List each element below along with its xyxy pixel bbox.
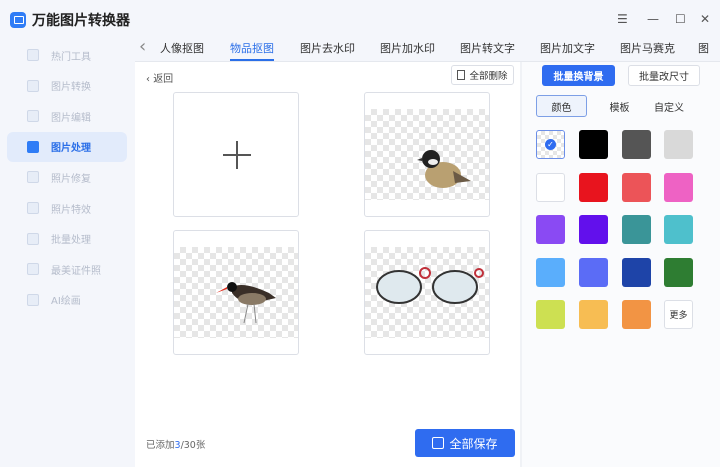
image-card-cups[interactable]	[364, 230, 490, 355]
added-suffix: /30张	[180, 440, 206, 451]
color-swatch[interactable]	[536, 300, 565, 329]
color-swatch[interactable]	[622, 258, 651, 287]
maximize-button[interactable]: ☐	[675, 12, 686, 26]
trash-icon	[457, 70, 466, 80]
download-icon	[432, 437, 445, 449]
image-card-oystercatcher[interactable]	[173, 230, 299, 355]
sidebar-item-icon	[27, 232, 39, 245]
sidebar: 万能图片转换器 热门工具图片转换图片编辑图片处理照片修复照片特效批量处理最美证件…	[0, 0, 133, 467]
title-bar: ☰ — ☐ ✕	[135, 0, 720, 36]
delete-all-label: 全部删除	[469, 71, 508, 82]
sidebar-item-label: 图片处理	[51, 143, 91, 155]
sidebar-item-5[interactable]: 照片特效	[7, 193, 127, 223]
sidebar-item-6[interactable]: 批量处理	[7, 224, 127, 254]
tabs-prev-icon[interactable]: ‹	[139, 36, 146, 57]
color-swatch[interactable]	[579, 258, 608, 287]
sidebar-item-icon	[27, 110, 39, 123]
color-swatch[interactable]	[622, 215, 651, 244]
add-image-card[interactable]	[173, 92, 299, 217]
image-card-chickadee[interactable]	[364, 92, 490, 217]
bird-image	[216, 282, 276, 324]
sidebar-item-label: 最美证件照	[51, 265, 101, 277]
tab-bar: ‹ 人像抠图 物品抠图 图片去水印 图片加水印 图片转文字 图片加文字 图片马赛克 图	[135, 36, 720, 62]
segment-0[interactable]: 颜色	[536, 95, 587, 117]
batch-resize-button[interactable]: 批量改尺寸	[628, 65, 700, 86]
close-button[interactable]: ✕	[700, 12, 710, 26]
bird-image	[417, 150, 471, 188]
color-swatch[interactable]	[579, 215, 608, 244]
added-count-text: 已添加3/30张	[146, 437, 205, 451]
tab-5[interactable]: 图片加文字	[540, 40, 595, 56]
sidebar-item-icon	[27, 263, 39, 276]
color-swatch[interactable]	[536, 258, 565, 287]
tab-7[interactable]: 图	[698, 40, 709, 56]
color-swatch[interactable]	[536, 215, 565, 244]
minimize-button[interactable]: —	[647, 12, 659, 26]
cups-image	[376, 267, 484, 304]
color-swatch[interactable]	[664, 215, 693, 244]
color-swatch[interactable]	[579, 130, 608, 159]
sidebar-item-icon	[27, 171, 39, 184]
save-all-button[interactable]: 全部保存	[415, 429, 515, 457]
sidebar-item-icon	[27, 202, 39, 214]
sidebar-item-label: 批量处理	[51, 235, 91, 247]
segment-1[interactable]: 模板	[594, 95, 645, 117]
color-swatch[interactable]	[622, 300, 651, 329]
plus-icon-v	[236, 141, 238, 169]
sidebar-item-icon	[27, 79, 39, 92]
color-swatch[interactable]	[622, 173, 651, 202]
color-swatch[interactable]	[622, 130, 651, 159]
delete-all-button[interactable]: 全部删除	[451, 65, 514, 85]
tab-2[interactable]: 图片去水印	[300, 40, 355, 56]
sidebar-item-label: 图片转换	[51, 82, 91, 94]
sidebar-item-label: AI绘画	[51, 296, 81, 308]
segment-2[interactable]: 自定义	[645, 95, 693, 117]
app-logo-icon	[10, 12, 26, 28]
sidebar-item-label: 照片修复	[51, 173, 91, 185]
sidebar-item-icon	[27, 140, 39, 153]
tab-0[interactable]: 人像抠图	[160, 40, 204, 56]
color-swatch[interactable]	[664, 173, 693, 202]
check-icon: ✓	[545, 139, 556, 150]
tab-4[interactable]: 图片转文字	[460, 40, 515, 56]
tab-6[interactable]: 图片马赛克	[620, 40, 675, 56]
sidebar-item-7[interactable]: 最美证件照	[7, 254, 127, 284]
color-swatch[interactable]	[579, 173, 608, 202]
sidebar-item-0[interactable]: 热门工具	[7, 40, 127, 70]
tab-1[interactable]: 物品抠图	[230, 40, 274, 61]
back-link[interactable]: ‹ 返回	[146, 70, 173, 85]
sidebar-item-label: 热门工具	[51, 51, 91, 63]
color-swatch[interactable]	[579, 300, 608, 329]
batch-bg-button[interactable]: 批量换背景	[542, 65, 615, 86]
sidebar-item-1[interactable]: 图片转换	[7, 71, 127, 101]
app-title: 万能图片转换器	[32, 13, 130, 29]
color-swatch[interactable]	[664, 130, 693, 159]
sidebar-item-label: 照片特效	[51, 204, 91, 216]
sidebar-item-icon	[27, 49, 39, 61]
sidebar-item-4[interactable]: 照片修复	[7, 162, 127, 192]
swatch-transparent[interactable]: ✓	[536, 130, 565, 159]
menu-icon[interactable]: ☰	[617, 12, 628, 26]
back-label: 返回	[153, 74, 174, 85]
save-all-label: 全部保存	[449, 436, 498, 451]
color-swatch[interactable]	[536, 173, 565, 202]
sidebar-item-2[interactable]: 图片编辑	[7, 101, 127, 131]
sidebar-item-8[interactable]: AI绘画	[7, 285, 127, 315]
added-prefix: 已添加	[146, 440, 175, 451]
tab-3[interactable]: 图片加水印	[380, 40, 435, 56]
more-colors-button[interactable]: 更多	[664, 300, 693, 329]
sidebar-item-3[interactable]: 图片处理	[7, 131, 127, 162]
sidebar-item-label: 图片编辑	[51, 112, 91, 124]
sidebar-item-icon	[27, 293, 39, 306]
color-swatch[interactable]	[664, 258, 693, 287]
